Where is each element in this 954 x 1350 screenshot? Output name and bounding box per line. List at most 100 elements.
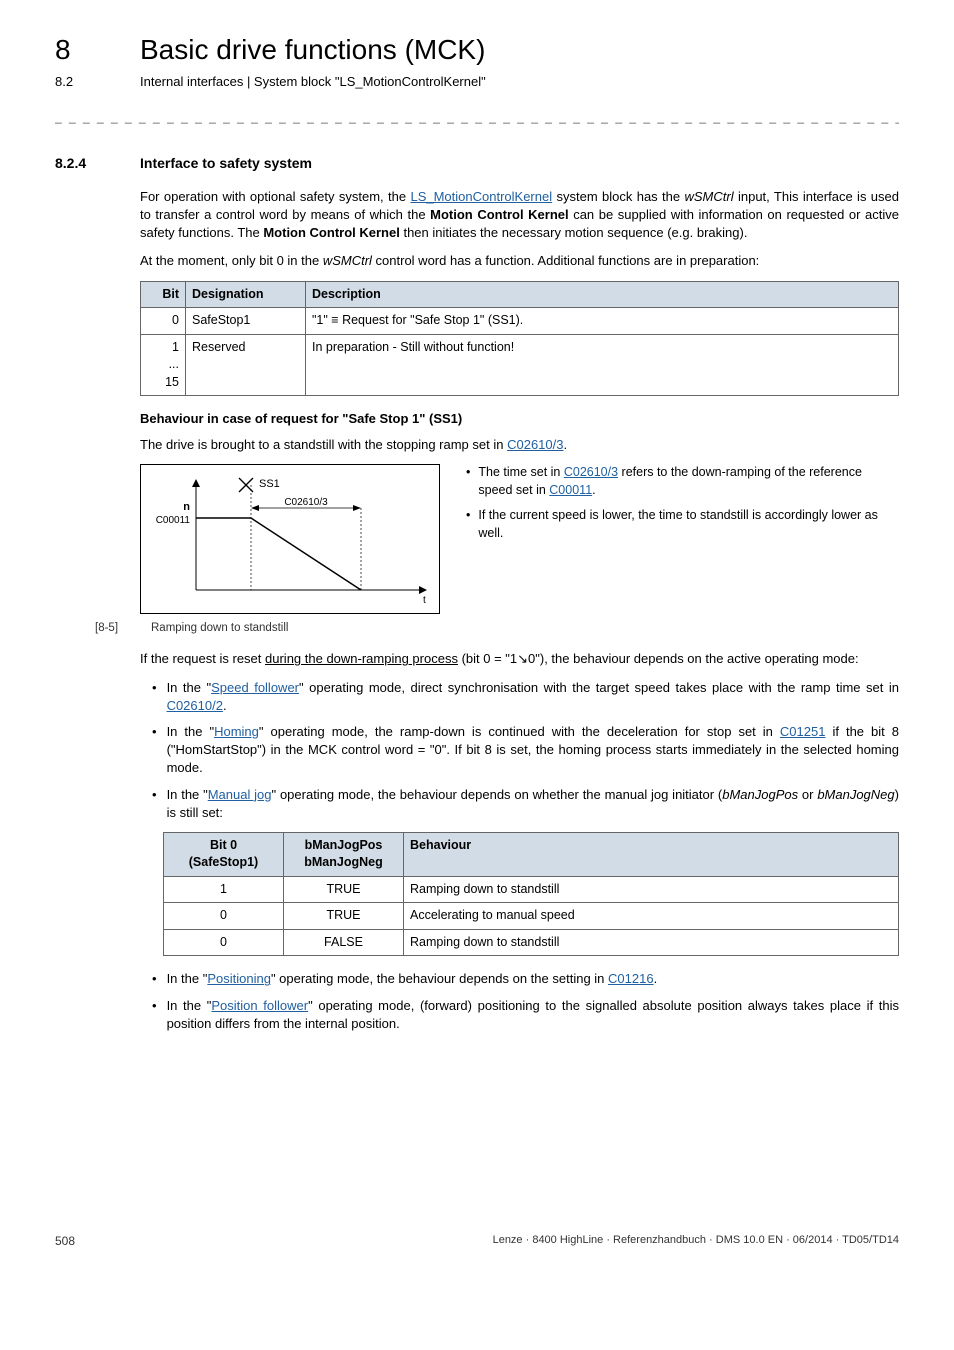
- list-item: • In the "Speed follower" operating mode…: [140, 679, 899, 715]
- list-text: In the "Positioning" operating mode, the…: [167, 970, 658, 988]
- link-position-follower[interactable]: Position follower: [211, 998, 308, 1013]
- th-bman: bManJogPos bManJogNeg: [284, 832, 404, 876]
- divider-line: _ _ _ _ _ _ _ _ _ _ _ _ _ _ _ _ _ _ _ _ …: [55, 109, 899, 126]
- text: control word has a function. Additional …: [372, 253, 759, 268]
- th-designation: Designation: [186, 281, 306, 308]
- text: (bit 0 = "1↘0"), the behaviour depends o…: [458, 651, 859, 666]
- diagram-bullet-2: • If the current speed is lower, the tim…: [466, 507, 899, 542]
- text: In the ": [167, 998, 212, 1013]
- link-c00011[interactable]: C00011: [549, 483, 592, 497]
- text: The drive is brought to a standstill wit…: [140, 437, 507, 452]
- chapter-title: Basic drive functions (MCK): [140, 30, 485, 69]
- text: or: [798, 787, 817, 802]
- link-c02610-2[interactable]: C02610/2: [167, 698, 223, 713]
- table-row: 1 ... 15 Reserved In preparation - Still…: [141, 334, 899, 396]
- bullet-dot: •: [466, 464, 470, 499]
- bullet-dot: •: [152, 970, 157, 988]
- list-item: • In the "Positioning" operating mode, t…: [140, 970, 899, 988]
- list-text: In the "Position follower" operating mod…: [167, 997, 899, 1033]
- cell-bman: FALSE: [284, 929, 404, 956]
- text: In the ": [167, 971, 208, 986]
- text: In the ": [167, 680, 212, 695]
- list-text: In the "Speed follower" operating mode, …: [167, 679, 899, 715]
- bullet-text: If the current speed is lower, the time …: [478, 507, 899, 542]
- link-homing[interactable]: Homing: [214, 724, 259, 739]
- figure-text: Ramping down to standstill: [151, 620, 288, 636]
- cell-designation: SafeStop1: [186, 308, 306, 335]
- text: .: [563, 437, 567, 452]
- link-c01251[interactable]: C01251: [780, 724, 826, 739]
- section-number: 8.2.4: [55, 154, 140, 174]
- subheader-number: 8.2: [55, 73, 140, 91]
- text: In the ": [167, 724, 215, 739]
- page-number: 508: [55, 1233, 75, 1250]
- cell-description: "1" ≡ Request for "Safe Stop 1" (SS1).: [306, 308, 899, 335]
- link-manual-jog[interactable]: Manual jog: [208, 787, 272, 802]
- list-item: • In the "Position follower" operating m…: [140, 997, 899, 1033]
- text: .: [592, 483, 595, 497]
- bullet-dot: •: [152, 723, 157, 778]
- link-ls-motioncontrolkernel[interactable]: LS_MotionControlKernel: [410, 189, 552, 204]
- chapter-number: 8: [55, 30, 140, 69]
- bullet-list-1: • In the "Speed follower" operating mode…: [140, 679, 899, 822]
- link-c02610-3[interactable]: C02610/3: [507, 437, 563, 452]
- cell-bit: 0: [141, 308, 186, 335]
- paragraph-3: The drive is brought to a standstill wit…: [140, 436, 899, 454]
- page-footer: 508 Lenze · 8400 HighLine · Referenzhand…: [55, 1233, 899, 1250]
- footer-info: Lenze · 8400 HighLine · Referenzhandbuch…: [493, 1233, 899, 1250]
- list-item: • In the "Manual jog" operating mode, th…: [140, 786, 899, 822]
- paragraph-2: At the moment, only bit 0 in the wSMCtrl…: [140, 252, 899, 270]
- designation-table: Bit Designation Description 0 SafeStop1 …: [140, 281, 899, 397]
- bullet-list-2: • In the "Positioning" operating mode, t…: [140, 970, 899, 1033]
- subheader: 8.2 Internal interfaces | System block "…: [55, 73, 899, 91]
- paragraph-1: For operation with optional safety syste…: [140, 188, 899, 243]
- text: If the request is reset: [140, 651, 265, 666]
- list-text: In the "Homing" operating mode, the ramp…: [167, 723, 899, 778]
- c00011-label: C00011: [156, 515, 191, 526]
- diagram-row: n C00011 t SS1 C02610/3 • The time set i…: [140, 464, 899, 614]
- cell-behaviour: Accelerating to manual speed: [404, 903, 899, 930]
- link-speed-follower[interactable]: Speed follower: [211, 680, 299, 695]
- cell-behaviour: Ramping down to standstill: [404, 876, 899, 903]
- text: " operating mode, the ramp-down is conti…: [259, 724, 780, 739]
- behaviour-table: Bit 0 (SafeStop1) bManJogPos bManJogNeg …: [163, 832, 899, 957]
- subheading-behaviour: Behaviour in case of request for "Safe S…: [140, 410, 899, 428]
- text: " operating mode, direct synchronisation…: [299, 680, 899, 695]
- cell-bit0: 0: [164, 903, 284, 930]
- wsmctrl-label: wSMCtrl: [323, 253, 372, 268]
- text: .: [223, 698, 227, 713]
- text: " operating mode, the behaviour depends …: [272, 787, 723, 802]
- underlined-text: during the down-ramping process: [265, 651, 458, 666]
- table-header-row: Bit Designation Description: [141, 281, 899, 308]
- table-1-wrap: Bit Designation Description 0 SafeStop1 …: [140, 281, 899, 397]
- bmanjogpos-label: bManJogPos: [722, 787, 798, 802]
- text: system block has the: [552, 189, 684, 204]
- ss1-label: SS1: [259, 478, 280, 490]
- cell-bman: TRUE: [284, 876, 404, 903]
- link-c01216[interactable]: C01216: [608, 971, 654, 986]
- text: In the ": [167, 787, 208, 802]
- figure-caption: [8-5] Ramping down to standstill: [95, 620, 899, 636]
- bullet-dot: •: [466, 507, 470, 542]
- cell-bit0: 1: [164, 876, 284, 903]
- cell-designation: Reserved: [186, 334, 306, 396]
- link-positioning[interactable]: Positioning: [207, 971, 271, 986]
- diagram-bullet-1: • The time set in C02610/3 refers to the…: [466, 464, 899, 499]
- th-description: Description: [306, 281, 899, 308]
- diagram-svg: n C00011 t SS1 C02610/3: [141, 465, 441, 615]
- table-row: 0 FALSE Ramping down to standstill: [164, 929, 899, 956]
- section-header: 8.2.4 Interface to safety system: [55, 154, 899, 174]
- list-item: • In the "Homing" operating mode, the ra…: [140, 723, 899, 778]
- th-behaviour: Behaviour: [404, 832, 899, 876]
- mck-label: Motion Control Kernel: [263, 225, 400, 240]
- wsmctrl-label: wSMCtrl: [685, 189, 734, 204]
- bullet-dot: •: [152, 786, 157, 822]
- link-c02610-3[interactable]: C02610/3: [564, 465, 618, 479]
- cell-behaviour: Ramping down to standstill: [404, 929, 899, 956]
- table-row: 0 SafeStop1 "1" ≡ Request for "Safe Stop…: [141, 308, 899, 335]
- text: The time set in: [478, 465, 563, 479]
- text: At the moment, only bit 0 in the: [140, 253, 323, 268]
- table-row: 0 TRUE Accelerating to manual speed: [164, 903, 899, 930]
- section-title: Interface to safety system: [140, 154, 312, 174]
- bullet-dot: •: [152, 679, 157, 715]
